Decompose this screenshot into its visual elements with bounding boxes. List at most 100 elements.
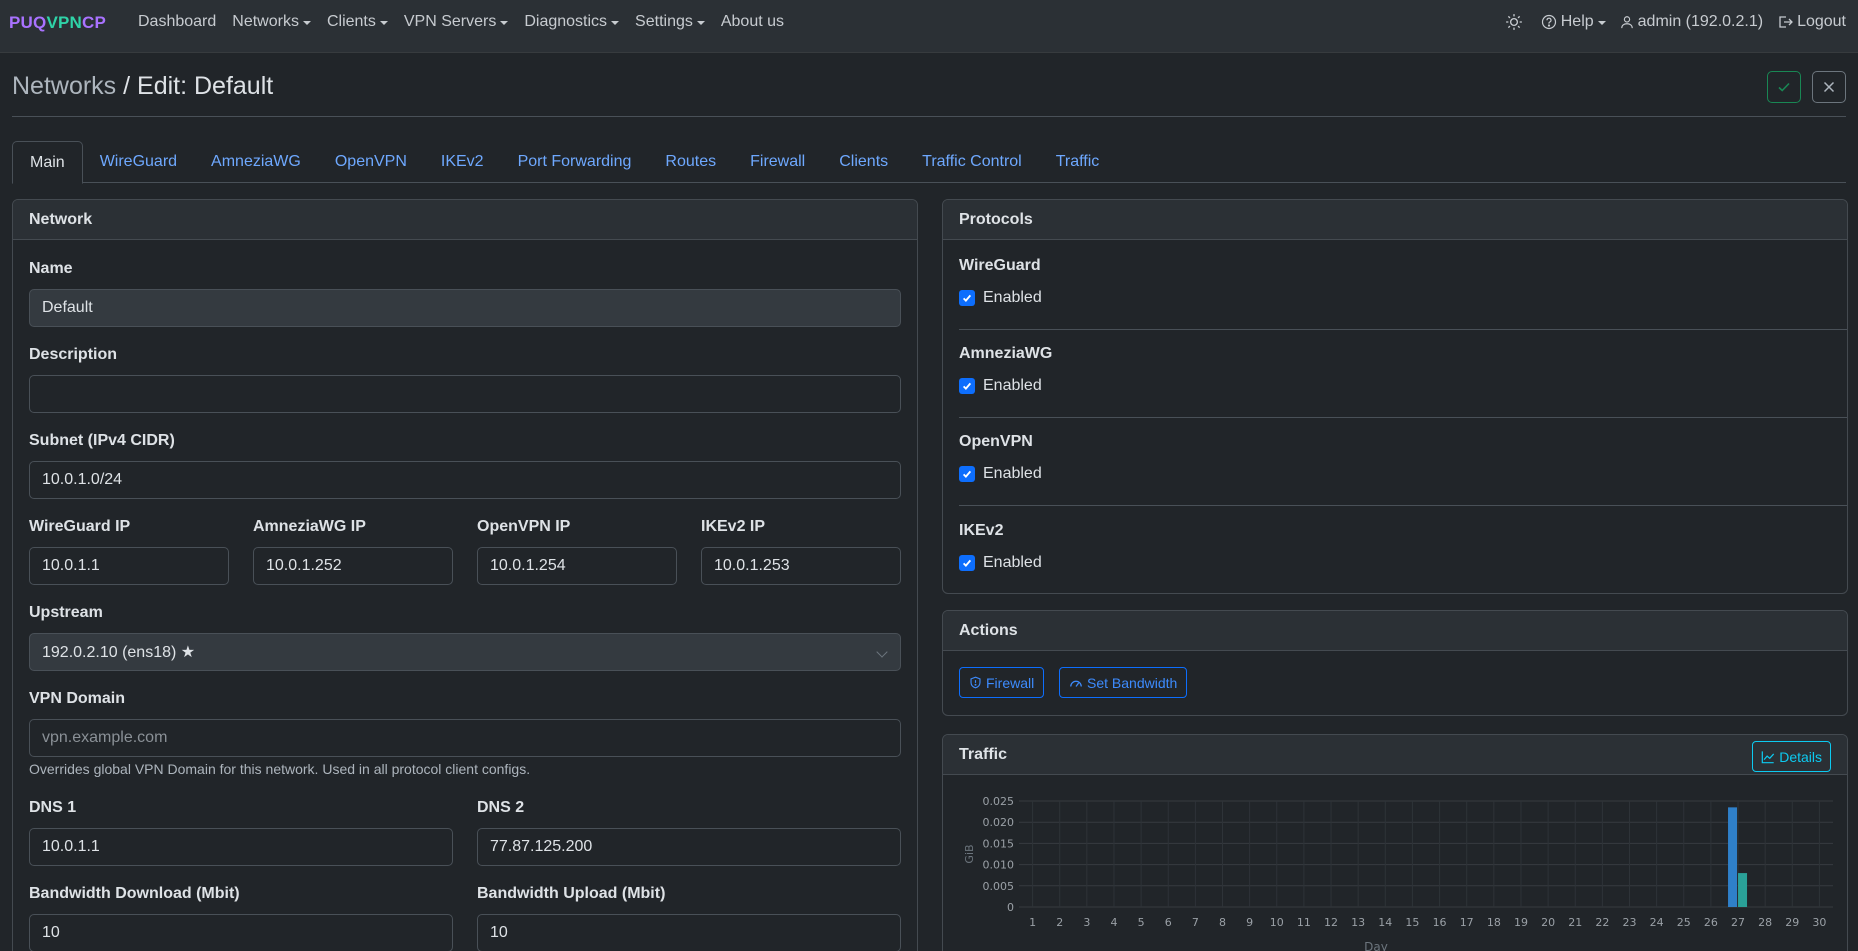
caret-down-icon bbox=[696, 21, 705, 25]
protocol-ikev2-state: Enabled bbox=[983, 554, 1042, 571]
protocol-wireguard-toggle[interactable]: Enabled bbox=[959, 289, 1042, 307]
vpn-domain-help: Overrides global VPN Domain for this net… bbox=[29, 761, 531, 777]
tab-routes[interactable]: Routes bbox=[648, 141, 733, 183]
nav-networks[interactable]: Networks bbox=[232, 13, 311, 31]
description-label: Description bbox=[29, 346, 118, 363]
tab-clients[interactable]: Clients bbox=[822, 141, 905, 183]
question-circle-icon bbox=[1541, 14, 1556, 30]
chart-x-tick-label: 18 bbox=[1487, 916, 1501, 929]
theme-toggle[interactable] bbox=[1505, 13, 1527, 31]
bandwidth-download-input[interactable]: 10 bbox=[29, 914, 453, 951]
tab-wireguard[interactable]: WireGuard bbox=[83, 141, 194, 183]
nav-dashboard[interactable]: Dashboard bbox=[138, 13, 216, 31]
header-divider bbox=[12, 116, 1846, 117]
ikev2-ip-input[interactable]: 10.0.1.253 bbox=[701, 547, 901, 585]
tab-firewall[interactable]: Firewall bbox=[733, 141, 822, 183]
person-icon bbox=[1620, 16, 1633, 29]
chart-y-tick-label: 0.005 bbox=[983, 880, 1015, 893]
traffic-card-title: Traffic bbox=[943, 735, 1847, 775]
speedometer-icon bbox=[1070, 680, 1082, 687]
nav-settings-label: Settings bbox=[635, 13, 693, 30]
nav-about[interactable]: About us bbox=[721, 13, 784, 31]
caret-down-icon bbox=[1597, 21, 1606, 25]
tab-traffic-control[interactable]: Traffic Control bbox=[905, 141, 1039, 183]
openvpn-ip-label: OpenVPN IP bbox=[477, 518, 571, 535]
tab-traffic[interactable]: Traffic bbox=[1039, 141, 1117, 183]
logout-icon bbox=[1779, 16, 1793, 28]
nav-clients[interactable]: Clients bbox=[327, 13, 388, 31]
amneziawg-ip-input[interactable]: 10.0.1.252 bbox=[253, 547, 453, 585]
chart-x-tick-label: 6 bbox=[1165, 916, 1172, 929]
tab-main[interactable]: Main bbox=[12, 141, 83, 184]
dns1-input[interactable]: 10.0.1.1 bbox=[29, 828, 453, 866]
chart-x-tick-label: 15 bbox=[1405, 916, 1419, 929]
tab-amneziawg[interactable]: AmneziaWG bbox=[194, 141, 318, 183]
nav-user-label: admin (192.0.2.1) bbox=[1637, 13, 1764, 30]
graph-up-icon bbox=[1761, 750, 1775, 763]
nav-help[interactable]: Help bbox=[1541, 13, 1606, 31]
protocol-amneziawg-state: Enabled bbox=[983, 377, 1042, 394]
tab-openvpn[interactable]: OpenVPN bbox=[318, 141, 424, 183]
save-button[interactable] bbox=[1767, 71, 1801, 103]
chart-x-axis-label: Day bbox=[1364, 940, 1388, 951]
chart-y-tick-label: 0.020 bbox=[983, 816, 1015, 829]
subnet-input[interactable]: 10.0.1.0/24 bbox=[29, 461, 901, 499]
check-icon bbox=[1778, 82, 1790, 92]
user-nav: Help admin (192.0.2.1) Logout bbox=[1491, 0, 1846, 44]
dns2-input[interactable]: 77.87.125.200 bbox=[477, 828, 901, 866]
protocol-wireguard-title: WireGuard bbox=[959, 257, 1041, 274]
chart-x-tick-label: 7 bbox=[1192, 916, 1199, 929]
caret-down-icon bbox=[379, 21, 388, 25]
nav-user[interactable]: admin (192.0.2.1) bbox=[1620, 13, 1763, 31]
actions-card: Actions Firewall Set Bandwidth bbox=[942, 610, 1848, 716]
description-input[interactable] bbox=[29, 375, 901, 413]
name-input[interactable]: Default bbox=[29, 289, 901, 327]
network-tabs: Main WireGuard AmneziaWG OpenVPN IKEv2 P… bbox=[12, 141, 1846, 184]
amneziawg-ip-label: AmneziaWG IP bbox=[253, 518, 366, 535]
checkbox-checked-icon[interactable] bbox=[959, 290, 975, 306]
chart-x-tick-label: 3 bbox=[1083, 916, 1090, 929]
protocol-ikev2-toggle[interactable]: Enabled bbox=[959, 554, 1042, 572]
set-bandwidth-button[interactable]: Set Bandwidth bbox=[1059, 667, 1188, 698]
bandwidth-upload-input[interactable]: 10 bbox=[477, 914, 901, 951]
close-icon bbox=[1823, 81, 1835, 93]
protocol-amneziawg-title: AmneziaWG bbox=[959, 345, 1053, 362]
chart-x-tick-label: 14 bbox=[1378, 916, 1392, 929]
chart-x-tick-label: 10 bbox=[1270, 916, 1284, 929]
cancel-button[interactable] bbox=[1812, 71, 1846, 103]
network-card: Network Name Default Description Subnet … bbox=[12, 199, 918, 951]
checkbox-checked-icon[interactable] bbox=[959, 555, 975, 571]
nav-diagnostics-label: Diagnostics bbox=[524, 13, 608, 30]
upstream-select[interactable]: 192.0.2.10 (ens18) ★ bbox=[29, 633, 901, 671]
protocols-card: Protocols WireGuard Enabled AmneziaWG En… bbox=[942, 199, 1848, 594]
nav-diagnostics[interactable]: Diagnostics bbox=[524, 13, 620, 31]
breadcrumb-networks[interactable]: Networks bbox=[12, 72, 116, 100]
nav-logout[interactable]: Logout bbox=[1777, 13, 1846, 31]
tab-ikev2[interactable]: IKEv2 bbox=[424, 141, 501, 183]
protocol-ikev2-title: IKEv2 bbox=[959, 522, 1004, 539]
checkbox-checked-icon[interactable] bbox=[959, 466, 975, 482]
dns1-label: DNS 1 bbox=[29, 799, 77, 816]
firewall-button[interactable]: Firewall bbox=[959, 667, 1045, 698]
brand-part-2: VPN bbox=[46, 13, 83, 32]
nav-settings[interactable]: Settings bbox=[635, 13, 705, 31]
chart-x-tick-label: 13 bbox=[1351, 916, 1365, 929]
chart-x-tick-label: 26 bbox=[1704, 916, 1718, 929]
openvpn-ip-input[interactable]: 10.0.1.254 bbox=[477, 547, 677, 585]
checkbox-checked-icon[interactable] bbox=[959, 378, 975, 394]
protocol-amneziawg-toggle[interactable]: Enabled bbox=[959, 377, 1042, 395]
details-button[interactable]: Details bbox=[1752, 741, 1831, 772]
brand-logo[interactable]: PUQVPNCP bbox=[9, 13, 106, 33]
chart-x-tick-label: 21 bbox=[1568, 916, 1582, 929]
page-title-text: / Edit: Default bbox=[123, 72, 274, 100]
nav-vpn-servers[interactable]: VPN Servers bbox=[404, 13, 509, 31]
network-card-title: Network bbox=[13, 200, 917, 240]
protocol-openvpn-toggle[interactable]: Enabled bbox=[959, 465, 1042, 483]
tab-port-forwarding[interactable]: Port Forwarding bbox=[501, 141, 649, 183]
dns2-label: DNS 2 bbox=[477, 799, 525, 816]
nav-logout-label: Logout bbox=[1797, 13, 1846, 30]
wireguard-ip-input[interactable]: 10.0.1.1 bbox=[29, 547, 229, 585]
vpn-domain-input[interactable]: vpn.example.com bbox=[29, 719, 901, 757]
chart-x-tick-label: 16 bbox=[1433, 916, 1447, 929]
caret-down-icon bbox=[302, 21, 311, 25]
